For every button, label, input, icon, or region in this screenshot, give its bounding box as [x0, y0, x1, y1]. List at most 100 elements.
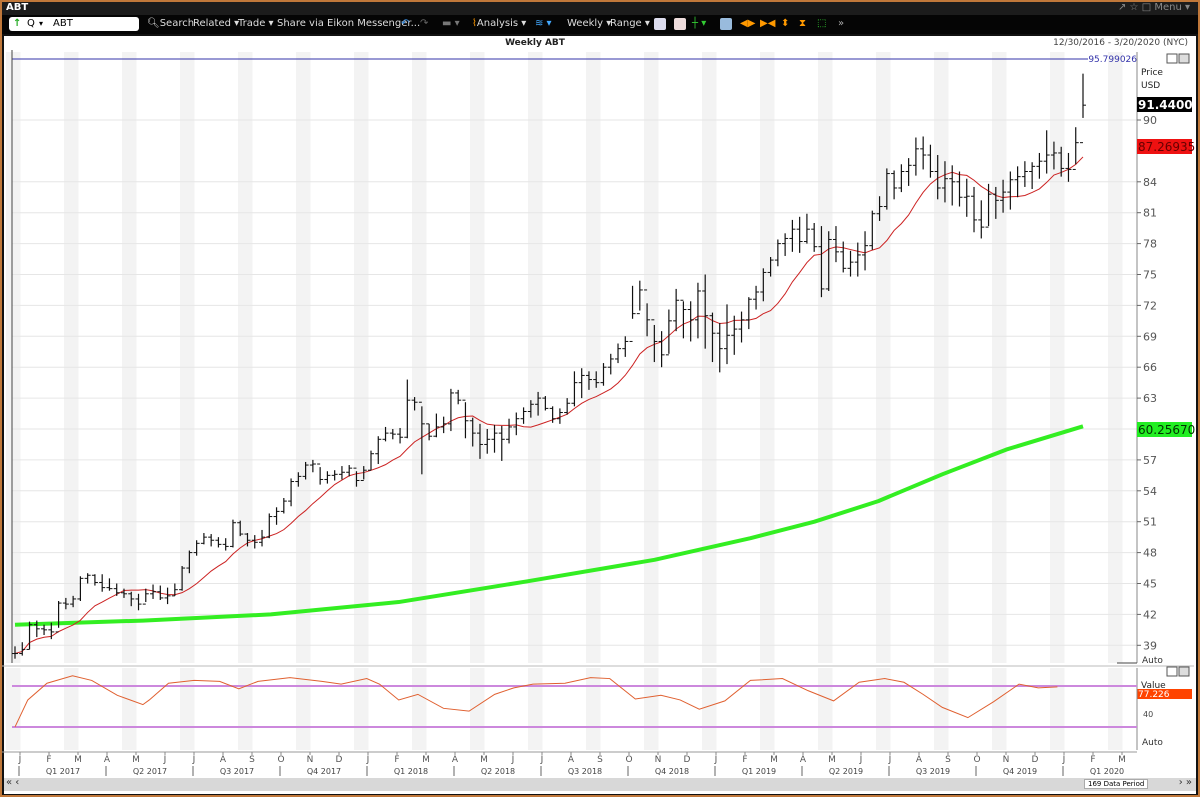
price-bar[interactable]	[745, 297, 752, 330]
price-bar[interactable]	[803, 213, 810, 244]
y-tick-label: 39	[1143, 639, 1157, 652]
price-bar[interactable]	[41, 624, 48, 635]
price-bar[interactable]	[789, 219, 796, 252]
price-bar[interactable]	[215, 537, 222, 548]
price-bar[interactable]	[985, 183, 992, 228]
price-bar[interactable]	[665, 309, 672, 356]
price-bar[interactable]	[716, 322, 723, 373]
price-bar[interactable]	[150, 584, 157, 599]
y-tick-label: 72	[1143, 299, 1157, 312]
price-bar[interactable]	[222, 538, 229, 551]
price-bar[interactable]	[208, 534, 215, 547]
price-bar[interactable]	[963, 178, 970, 217]
quarter-label: Q1 2020	[1090, 767, 1124, 776]
price-bar[interactable]	[956, 171, 963, 207]
price-bar[interactable]	[84, 573, 91, 584]
y-tick-label: 48	[1143, 547, 1157, 560]
price-bar[interactable]	[193, 540, 200, 556]
price-bar[interactable]	[724, 304, 730, 365]
price-bar[interactable]	[498, 425, 505, 461]
price-bar[interactable]	[309, 459, 316, 473]
price-bar[interactable]	[520, 407, 527, 424]
price-bar[interactable]	[840, 241, 847, 273]
price-bar[interactable]	[782, 233, 789, 256]
price-bar[interactable]	[949, 165, 956, 206]
month-band	[644, 668, 659, 750]
price-bar[interactable]	[389, 429, 396, 440]
price-bar[interactable]	[694, 282, 701, 339]
price-bar[interactable]	[796, 216, 803, 253]
price-bar[interactable]	[607, 353, 614, 375]
price-bar[interactable]	[164, 587, 171, 605]
price-bar[interactable]	[1007, 171, 1014, 210]
price-bar[interactable]	[447, 388, 454, 432]
price-bar[interactable]	[251, 535, 258, 549]
price-bar[interactable]	[811, 223, 818, 252]
price-bar[interactable]	[513, 412, 520, 436]
month-band	[1108, 668, 1123, 750]
price-bar[interactable]	[331, 470, 338, 481]
price-bar[interactable]	[1072, 127, 1079, 170]
price-bar[interactable]	[832, 226, 839, 263]
price-bar[interactable]	[571, 371, 578, 407]
price-bar[interactable]	[1029, 162, 1036, 190]
price-bar[interactable]	[680, 299, 687, 339]
price-bar[interactable]	[753, 285, 760, 310]
price-bar[interactable]	[978, 200, 985, 239]
indicator-auto-scale[interactable]: Auto	[1142, 738, 1163, 748]
price-bar[interactable]	[615, 343, 622, 364]
price-bar[interactable]	[506, 418, 513, 444]
price-bar[interactable]	[862, 231, 869, 271]
y-tick-label: 78	[1143, 238, 1157, 251]
price-bar[interactable]	[1021, 161, 1028, 187]
price-bar[interactable]	[673, 288, 680, 332]
price-bar[interactable]	[847, 250, 854, 277]
price-bar[interactable]	[455, 389, 462, 405]
price-bar[interactable]	[891, 170, 898, 200]
price-bar[interactable]	[288, 478, 295, 507]
price-bar[interactable]	[898, 164, 905, 193]
price-bar[interactable]	[854, 242, 861, 277]
indicator-close-icon[interactable]	[1178, 666, 1190, 677]
price-bar[interactable]	[397, 427, 404, 444]
y-tick-label: 63	[1143, 392, 1157, 405]
price-bar[interactable]	[266, 513, 273, 539]
month-label: A	[568, 755, 575, 765]
price-bar[interactable]	[106, 578, 113, 591]
price-bar[interactable]	[578, 368, 585, 399]
price-bar[interactable]	[338, 466, 345, 480]
y-tick-label: 75	[1143, 269, 1157, 282]
price-bar[interactable]	[113, 583, 120, 596]
price-bar[interactable]	[1036, 152, 1043, 179]
price-bar[interactable]	[1043, 130, 1050, 174]
price-bar[interactable]	[600, 363, 607, 386]
price-bar[interactable]	[317, 463, 324, 485]
price-bar[interactable]	[324, 471, 331, 484]
price-bar[interactable]	[99, 574, 106, 592]
price-bar[interactable]	[971, 186, 978, 233]
price-bar[interactable]	[229, 519, 236, 548]
price-bar[interactable]	[142, 588, 149, 605]
price-bar[interactable]	[920, 136, 927, 170]
price-bar[interactable]	[738, 311, 745, 343]
price-bar[interactable]	[433, 413, 440, 438]
price-bar[interactable]	[927, 144, 934, 178]
price-bar[interactable]	[912, 137, 919, 176]
maximize-pane-icon[interactable]	[1166, 53, 1178, 64]
price-bar[interactable]	[462, 399, 469, 439]
price-bar[interactable]	[55, 601, 62, 633]
price-chart[interactable]: 95.799026 Weekly ABT 12/30/2016 - 3/20/2…	[0, 0, 1200, 797]
price-bar[interactable]	[1080, 73, 1086, 144]
price-auto-scale[interactable]: Auto	[1142, 656, 1163, 666]
price-bar[interactable]	[622, 336, 629, 357]
month-band	[296, 668, 311, 750]
price-bar[interactable]	[368, 450, 374, 471]
price-bar[interactable]	[484, 429, 491, 454]
price-bar[interactable]	[636, 280, 643, 315]
indicator-maximize-icon[interactable]	[1166, 666, 1178, 677]
price-bar[interactable]	[280, 498, 287, 514]
price-bar[interactable]	[200, 533, 207, 545]
price-bar[interactable]	[687, 301, 694, 342]
close-pane-icon[interactable]	[1178, 53, 1190, 64]
price-bar[interactable]	[629, 285, 636, 342]
